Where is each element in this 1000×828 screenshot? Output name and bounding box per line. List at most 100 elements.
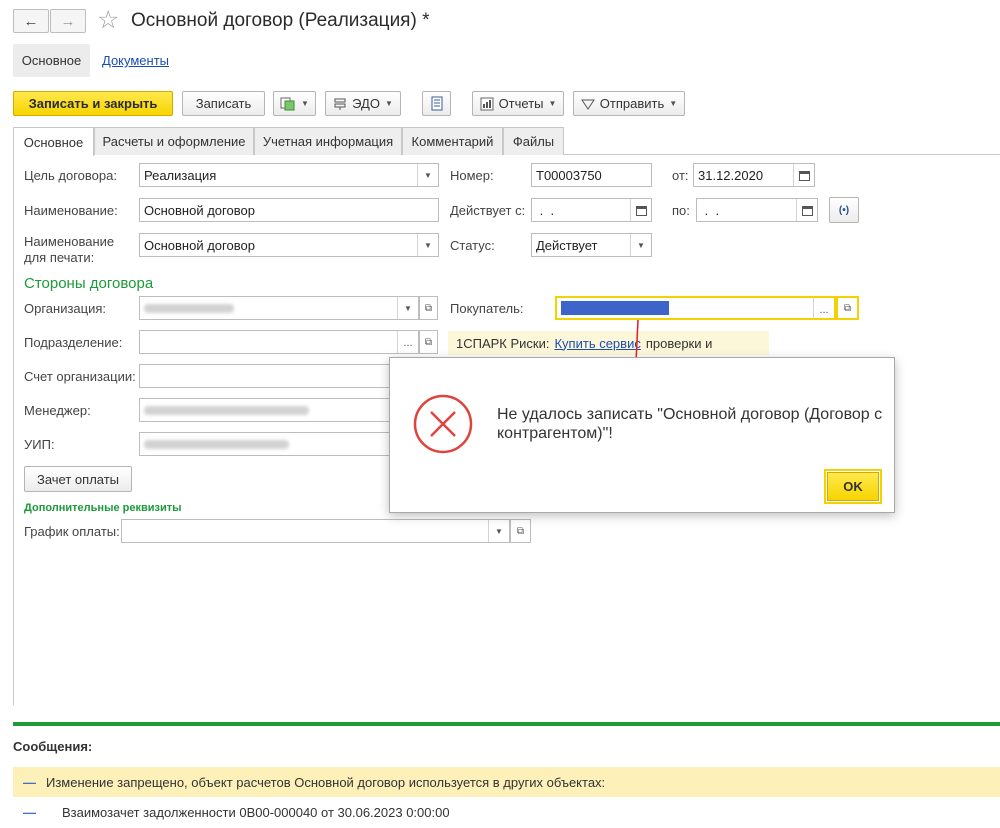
calendar-icon[interactable] [793, 164, 814, 186]
edo-icon [334, 98, 346, 110]
date-value: 31.12.2020 [698, 167, 764, 183]
org-value-redacted [144, 303, 234, 313]
collapse-icon[interactable]: — [23, 805, 36, 820]
print-name-select[interactable]: Основной договор ▼ [139, 233, 439, 257]
reports-icon [480, 97, 494, 110]
message-item[interactable]: — Взаимозачет задолженности 0В00-000040 … [13, 797, 1000, 827]
spark-prefix: 1СПАРК Риски: [456, 335, 550, 351]
forward-button[interactable]: → [50, 9, 86, 33]
messages-title: Сообщения: [13, 739, 93, 754]
chevron-down-icon[interactable]: ▼ [397, 297, 418, 319]
date-field[interactable]: 31.12.2020 [693, 163, 815, 187]
more-icon[interactable]: ... [397, 331, 418, 353]
division-label: Подразделение: [24, 335, 123, 350]
status-label: Статус: [450, 238, 495, 253]
document-list-icon [431, 96, 442, 111]
number-value: Т00003750 [536, 167, 602, 183]
open-icon[interactable]: ⧉ [836, 296, 859, 320]
section-documents-link[interactable]: Документы [102, 53, 169, 68]
purpose-select[interactable]: Реализация ▼ [139, 163, 439, 187]
uip-value-redacted [144, 439, 289, 449]
org-label: Организация: [24, 301, 107, 316]
star-icon[interactable]: ☆ [97, 6, 119, 34]
edo-label: ЭДО [352, 96, 380, 111]
save-button[interactable]: Записать [182, 91, 265, 116]
arrow-left-icon: ← [23, 12, 39, 30]
save-and-close-button[interactable]: Записать и закрыть [13, 91, 173, 116]
valid-from-field[interactable]: . . [531, 198, 652, 222]
print-list-button[interactable] [422, 91, 451, 116]
purpose-label: Цель договора: [24, 168, 117, 183]
dropdown-caret-icon: ▼ [669, 99, 678, 108]
schedule-select[interactable]: ▼ [121, 519, 510, 543]
error-icon [413, 394, 473, 454]
section-main[interactable]: Основное [13, 44, 90, 77]
buyer-value-selected-redacted [561, 301, 669, 315]
reports-button[interactable]: Отчеты ▼ [472, 91, 564, 116]
broadcast-icon: (•) [838, 204, 850, 216]
print-name-label-1: Наименование [24, 234, 115, 249]
send-button[interactable]: Отправить ▼ [573, 91, 685, 116]
status-select[interactable]: Действует ▼ [531, 233, 652, 257]
collapse-icon[interactable]: — [23, 775, 36, 790]
create-based-on-button[interactable]: ▼ [273, 91, 316, 116]
chevron-down-icon[interactable]: ▼ [630, 234, 651, 256]
message-text: Изменение запрещено, объект расчетов Осн… [46, 774, 606, 790]
valid-to-field[interactable]: . . [696, 198, 818, 222]
number-field[interactable]: Т00003750 [531, 163, 652, 187]
tab-main[interactable]: Основное [13, 127, 94, 156]
parties-heading: Стороны договора [24, 275, 154, 292]
reports-label: Отчеты [498, 96, 544, 111]
purpose-value: Реализация [144, 167, 217, 183]
dropdown-caret-icon: ▼ [548, 99, 557, 108]
valid-from-label: Действует с: [450, 203, 526, 218]
manager-field[interactable] [139, 398, 394, 422]
more-icon[interactable]: ... [813, 298, 834, 318]
valid-to-value: . . [701, 202, 720, 218]
tab-files[interactable]: Файлы [503, 127, 564, 155]
valid-from-value: . . [536, 202, 555, 218]
chevron-down-icon[interactable]: ▼ [417, 164, 438, 186]
division-field[interactable]: ... [139, 330, 419, 354]
ok-button[interactable]: OK [824, 469, 882, 504]
extra-heading: Дополнительные реквизиты [24, 502, 182, 514]
tab-settlements[interactable]: Расчеты и оформление [94, 127, 254, 155]
account-field[interactable] [139, 364, 394, 388]
error-dialog: Не удалось записать "Основной договор (Д… [389, 357, 895, 513]
chevron-down-icon[interactable]: ▼ [417, 234, 438, 256]
validity-settings-button[interactable]: (•) [829, 197, 859, 223]
valid-to-label: по: [672, 203, 690, 218]
dialog-message: Не удалось записать "Основной договор (Д… [497, 406, 883, 442]
message-item[interactable]: — Изменение запрещено, объект расчетов О… [13, 767, 1000, 797]
edo-button[interactable]: ЭДО ▼ [325, 91, 401, 116]
offset-payment-button[interactable]: Зачет оплаты [24, 466, 132, 492]
dropdown-caret-icon: ▼ [384, 99, 393, 108]
number-label: Номер: [450, 168, 494, 183]
name-field[interactable]: Основной договор [139, 198, 439, 222]
uip-label: УИП: [24, 437, 55, 452]
chevron-down-icon[interactable]: ▼ [488, 520, 509, 542]
date-from-label: от: [672, 168, 689, 183]
uip-field[interactable] [139, 432, 394, 456]
open-icon[interactable]: ⧉ [419, 330, 438, 354]
spark-suffix: проверки и [645, 335, 713, 351]
account-label: Счет организации: [24, 369, 136, 384]
manager-label: Менеджер: [24, 403, 91, 418]
panel-border [13, 155, 14, 705]
print-name-value: Основной договор [144, 237, 255, 253]
open-icon[interactable]: ⧉ [510, 519, 531, 543]
open-icon[interactable]: ⧉ [419, 296, 438, 320]
spark-banner: 1СПАРК Риски: Купить сервис проверки и [448, 331, 769, 355]
name-label: Наименование: [24, 203, 118, 218]
org-field[interactable]: ▼ [139, 296, 419, 320]
buyer-field[interactable]: ... [555, 296, 836, 320]
calendar-icon[interactable] [630, 199, 651, 221]
schedule-label: График оплаты: [24, 524, 120, 539]
back-button[interactable]: ← [13, 9, 49, 33]
buyer-label: Покупатель: [450, 301, 524, 316]
manager-value-redacted [144, 405, 309, 415]
message-text: Взаимозачет задолженности 0В00-000040 от… [62, 804, 450, 820]
calendar-icon[interactable] [796, 199, 817, 221]
tab-comment[interactable]: Комментарий [402, 127, 503, 155]
tab-accounting[interactable]: Учетная информация [254, 127, 402, 155]
